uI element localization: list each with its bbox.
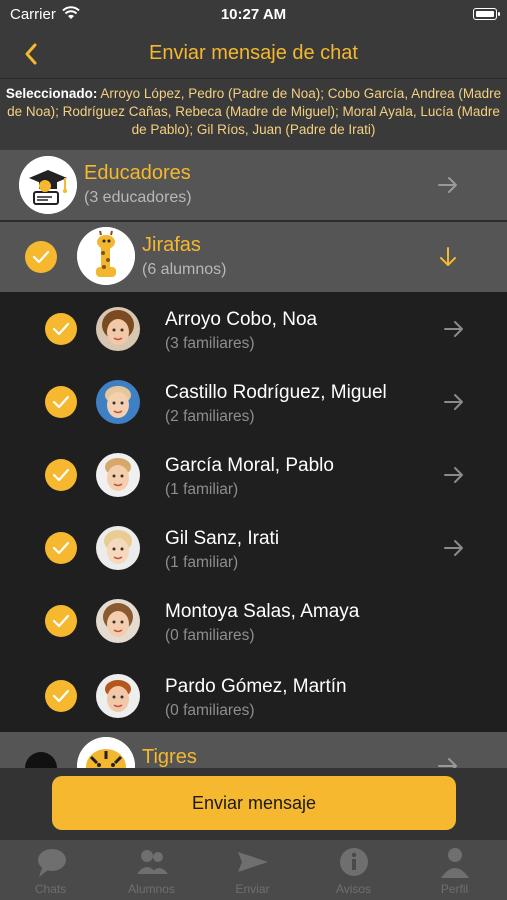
- group-title: Jirafas: [142, 234, 201, 256]
- send-message-button[interactable]: Enviar mensaje: [52, 776, 456, 830]
- student-row[interactable]: Montoya Salas, Amaya (0 familiares): [0, 584, 507, 657]
- page-title: Enviar mensaje de chat: [148, 42, 358, 64]
- checkmark-icon[interactable]: [45, 313, 77, 345]
- checkmark-icon[interactable]: [45, 459, 77, 491]
- student-relatives: (0 familiares): [165, 627, 255, 644]
- group-title: Tigres: [142, 746, 197, 768]
- selected-recipients: Seleccionado: Arroyo López, Pedro (Padre…: [0, 78, 507, 150]
- student-avatar: [96, 307, 140, 351]
- student-name: Castillo Rodríguez, Miguel: [165, 382, 387, 403]
- person-icon: [441, 848, 469, 878]
- tab-alumnos[interactable]: Alumnos: [101, 840, 202, 900]
- graduation-cap-icon: [19, 156, 77, 214]
- student-relatives: (0 familiares): [165, 702, 255, 719]
- selected-label: Seleccionado:: [5, 86, 98, 101]
- student-row[interactable]: Gil Sanz, Irati (1 familiar): [0, 511, 507, 584]
- giraffe-avatar: [77, 227, 135, 285]
- arrow-right-icon[interactable]: [442, 463, 466, 487]
- arrow-down-icon[interactable]: [436, 245, 460, 269]
- clock: 10:27 AM: [220, 6, 287, 23]
- checkmark-icon[interactable]: [45, 605, 77, 637]
- group-subtitle: (3 educadores): [84, 189, 192, 206]
- people-icon: [137, 850, 168, 874]
- educators-avatar: [19, 156, 77, 214]
- giraffe-icon: [77, 227, 135, 285]
- group-row-jirafas[interactable]: Jirafas (6 alumnos): [0, 222, 507, 292]
- arrow-right-icon[interactable]: [436, 173, 460, 197]
- student-relatives: (1 familiar): [165, 481, 239, 498]
- student-avatar: [96, 674, 140, 718]
- battery-icon: [473, 8, 500, 20]
- tab-perfil[interactable]: Perfil: [404, 840, 505, 900]
- student-row[interactable]: García Moral, Pablo (1 familiar): [0, 438, 507, 511]
- send-area: Enviar mensaje: [0, 768, 507, 840]
- navigation-bar: Enviar mensaje de chat: [0, 30, 507, 78]
- tab-label: Enviar: [235, 882, 270, 896]
- student-name: García Moral, Pablo: [165, 455, 334, 476]
- group-subtitle: (6 alumnos): [142, 261, 227, 278]
- group-row-tigres[interactable]: Tigres: [0, 732, 507, 772]
- student-name: Arroyo Cobo, Noa: [165, 309, 318, 330]
- tab-enviar[interactable]: Enviar: [202, 840, 303, 900]
- student-avatar: [96, 453, 140, 497]
- chat-bubble-icon: [38, 849, 66, 877]
- send-icon: [238, 852, 268, 872]
- checkmark-icon[interactable]: [25, 241, 57, 273]
- student-relatives: (1 familiar): [165, 554, 239, 571]
- student-avatar: [96, 380, 140, 424]
- student-name: Gil Sanz, Irati: [165, 528, 280, 549]
- arrow-right-icon[interactable]: [442, 536, 466, 560]
- tab-label: Perfil: [440, 882, 469, 896]
- tab-chats[interactable]: Chats: [0, 840, 101, 900]
- checkmark-icon[interactable]: [45, 386, 77, 418]
- student-row[interactable]: Castillo Rodríguez, Miguel (2 familiares…: [0, 365, 507, 438]
- status-bar: Carrier 10:27 AM: [0, 0, 507, 30]
- checkmark-icon[interactable]: [45, 680, 77, 712]
- student-relatives: (2 familiares): [165, 408, 255, 425]
- student-name: Montoya Salas, Amaya: [165, 601, 360, 622]
- group-title: Educadores: [84, 162, 191, 184]
- arrow-right-icon[interactable]: [442, 317, 466, 341]
- tab-avisos[interactable]: Avisos: [303, 840, 404, 900]
- student-row[interactable]: Pardo Gómez, Martín (0 familiares): [0, 657, 507, 732]
- student-name: Pardo Gómez, Martín: [165, 676, 347, 697]
- tab-bar: Chats Alumnos Enviar Avisos Perfil: [0, 840, 507, 900]
- arrow-right-icon[interactable]: [442, 390, 466, 414]
- checkmark-icon[interactable]: [45, 532, 77, 564]
- info-icon: [340, 848, 368, 876]
- group-row-educadores[interactable]: Educadores (3 educadores): [0, 150, 507, 220]
- student-relatives: (3 familiares): [165, 335, 255, 352]
- student-row[interactable]: Arroyo Cobo, Noa (3 familiares): [0, 292, 507, 365]
- student-avatar: [96, 526, 140, 570]
- tiger-avatar: [77, 737, 135, 772]
- tab-label: Avisos: [335, 882, 372, 896]
- tiger-icon: [77, 737, 135, 772]
- tab-label: Alumnos: [128, 882, 175, 896]
- tab-label: Chats: [34, 882, 67, 896]
- student-avatar: [96, 599, 140, 643]
